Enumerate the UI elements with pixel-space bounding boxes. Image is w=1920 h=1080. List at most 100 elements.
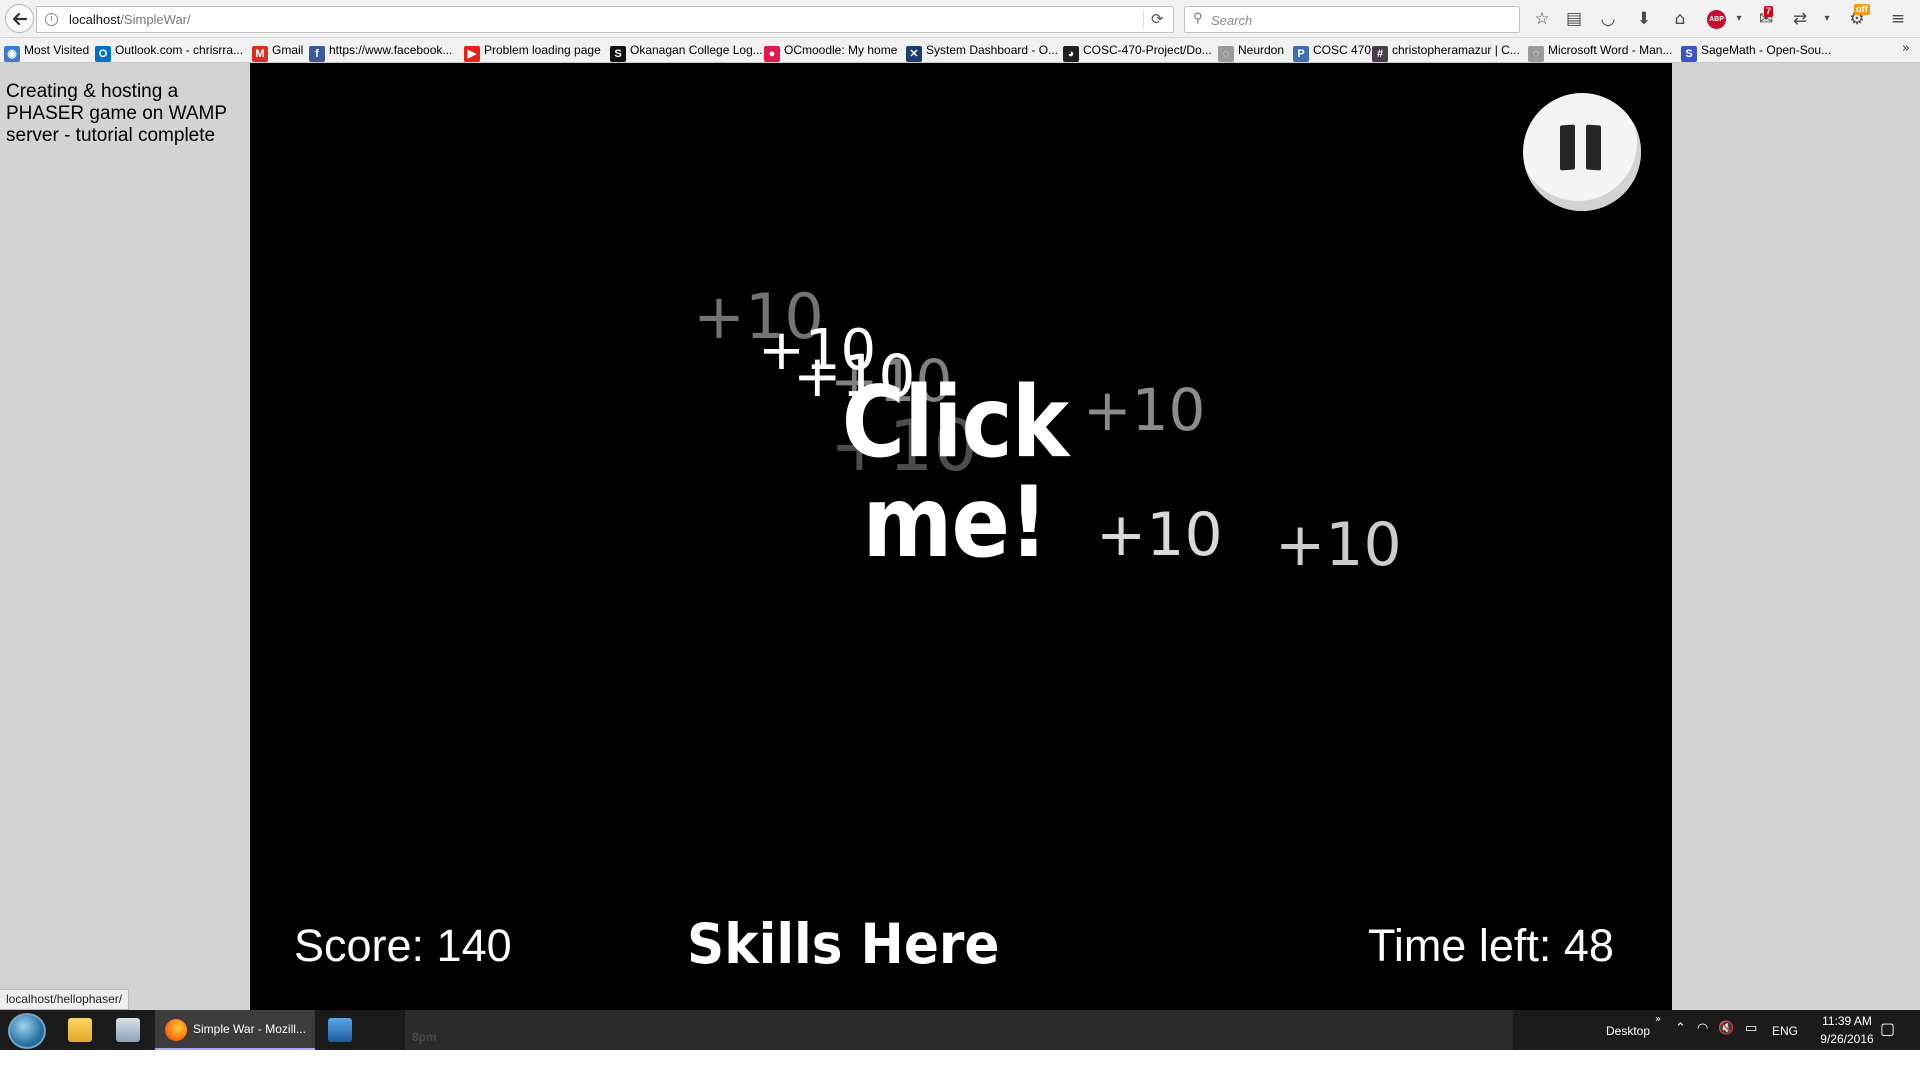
bookmark-item[interactable]: S SageMath - Open-Sou... [1681,41,1832,62]
gmail-icon: M [252,46,268,62]
bookmark-item[interactable]: ● OCmoodle: My home [764,41,898,62]
bookmark-label: OCmoodle: My home [784,43,898,57]
time-left-label: Time left: 48 [1368,920,1614,971]
pivotal-icon: P [1293,46,1309,62]
volume-muted-icon[interactable]: 🔇 [1718,1021,1734,1036]
bookmark-item[interactable]: ◌ Neurdon [1218,41,1285,62]
pause-icon [1586,124,1601,171]
click-me-button[interactable]: Click me! [775,373,1136,573]
bookmark-label: System Dashboard - O... [926,43,1059,57]
firefox-task-label: Simple War - Mozill... [193,1022,306,1036]
bookmark-item[interactable]: ▶ Problem loading page [464,41,601,62]
reading-list-icon[interactable]: ▤ [1562,7,1586,31]
pause-icon [1560,124,1575,171]
bookmarks-overflow-icon[interactable]: » [1902,41,1910,56]
toolbar-dropdown-icon[interactable]: ▾ [1815,7,1839,31]
bookmarks-toolbar: ◉ Most Visited O Outlook.com - chrisrra... M… [0,38,1920,63]
youtube-icon: ▶ [464,46,480,62]
search-input[interactable]: ⚲ Search [1184,6,1520,33]
url-divider [1143,10,1144,29]
bookmark-item[interactable]: P COSC 470 [1293,41,1372,62]
globe-icon: ◌ [1528,46,1544,62]
sync-icon[interactable]: ⇄ [1788,7,1812,31]
adblock-icon[interactable]: ABP [1707,10,1726,29]
bookmark-label: christopheramazur | C... [1392,43,1520,57]
taskbar-bar: Simple War - Mozill... 8pm Desktop » ⌃ ◠… [0,1010,1920,1050]
notification-badge: 7 [1764,6,1774,17]
adblock-dropdown-icon[interactable]: ▾ [1727,7,1751,31]
most-visited-icon: ◉ [4,46,20,62]
preview-text: 8pm [412,1030,437,1044]
network-icon[interactable] [116,1018,140,1042]
bookmark-label: Okanagan College Log... [630,43,763,57]
browser-toolbar: i localhost/SimpleWar/ ⟳ ⚲ Search ☆ ▤ ◡ … [0,0,1920,38]
back-button[interactable] [5,4,34,33]
bookmark-label: SageMath - Open-Sou... [1701,43,1832,57]
bookmark-item[interactable]: S Okanagan College Log... [610,41,763,62]
home-icon[interactable]: ⌂ [1668,7,1692,31]
downloads-icon[interactable]: ⬇ [1632,7,1656,31]
url-host: localhost [69,12,121,27]
clock-time[interactable]: 11:39 AM [1812,1014,1882,1028]
bookmark-label: https://www.facebook... [329,43,453,57]
url-text[interactable]: localhost/SimpleWar/ [69,12,191,27]
url-path: /SimpleWar/ [120,12,191,27]
site-info-icon[interactable]: i [45,13,58,26]
facebook-icon: f [309,46,325,62]
bookmark-label: Neurdon [1238,43,1285,57]
url-bar[interactable]: i localhost/SimpleWar/ ⟳ [36,6,1174,33]
bookmark-label: Microsoft Word - Man... [1548,43,1673,57]
wifi-icon[interactable]: ◠ [1697,1021,1708,1036]
score-label: Score: 140 [294,920,512,971]
bookmark-item[interactable]: ✕ System Dashboard - O... [906,41,1059,62]
skills-label: Skills Here [687,912,1000,976]
bookmark-label: COSC 470 [1313,43,1372,57]
desktop-toolbar-label[interactable]: Desktop [1606,1024,1650,1038]
jira-icon: ✕ [906,46,922,62]
bookmark-label: Problem loading page [484,43,601,57]
start-button-icon[interactable] [8,1013,46,1049]
search-icon: ⚲ [1193,11,1203,26]
globe-icon: ◌ [1218,46,1234,62]
tutorial-heading: Creating & hosting a PHASER game on WAMP… [6,81,227,146]
bookmark-label: COSC-470-Project/Do... [1083,43,1212,57]
windows-taskbar: Simple War - Mozill... 8pm Desktop » ⌃ ◠… [0,1010,1920,1080]
taskbar-preview-area: 8pm [405,1010,1513,1050]
bookmark-star-icon[interactable]: ☆ [1530,7,1554,31]
battery-icon[interactable]: ▭ [1745,1021,1757,1036]
slack-icon: # [1372,46,1388,62]
reload-icon[interactable]: ⟳ [1151,10,1164,28]
clock-date[interactable]: 9/26/2016 [1812,1032,1882,1046]
bookmark-item[interactable]: f https://www.facebook... [309,41,453,62]
bookmark-label: Most Visited [24,43,90,57]
pause-button[interactable] [1523,93,1641,211]
show-hidden-icons-icon[interactable]: ⌃ [1675,1021,1686,1036]
back-arrow-icon [12,12,28,26]
moodle-icon: ● [764,46,780,62]
bookmark-label: Outlook.com - chrisrra... [115,43,244,57]
outlook-icon: O [95,46,111,62]
game-canvas[interactable]: +10 +10 +10 +10 +10 +10 +10 +10 Click me! Score… [250,63,1672,1010]
status-bar-url: localhost/hellophaser/ [0,989,130,1010]
sagemath-icon: S [1681,46,1697,62]
menu-icon[interactable]: ≡ [1886,7,1910,31]
app-icon[interactable] [328,1018,352,1042]
bookmark-item[interactable]: O Outlook.com - chrisrra... [95,41,244,62]
addon-badge: off [1854,4,1870,15]
bookmark-item[interactable]: ◉ Most Visited [4,41,90,62]
bookmark-item[interactable]: ◌ Microsoft Word - Man... [1528,41,1673,62]
firefox-icon [165,1019,187,1041]
language-indicator[interactable]: ENG [1772,1024,1798,1038]
bookmark-item[interactable]: M Gmail [252,41,304,62]
page-content: Creating & hosting a PHASER game on WAMP… [0,63,1920,1010]
bookmark-item[interactable]: ◕ COSC-470-Project/Do... [1063,41,1212,62]
search-placeholder: Search [1211,13,1253,28]
pocket-icon[interactable]: ◡ [1596,7,1620,31]
file-explorer-icon[interactable] [68,1018,92,1042]
floating-score-popup: +10 [1275,510,1402,580]
action-center-icon[interactable]: ▢ [1880,1019,1895,1038]
firefox-task-button[interactable]: Simple War - Mozill... [155,1010,315,1050]
bookmark-item[interactable]: # christopheramazur | C... [1372,41,1520,62]
bookmark-label: Gmail [272,43,304,57]
toolbar-expand-icon[interactable]: » [1655,1014,1661,1025]
